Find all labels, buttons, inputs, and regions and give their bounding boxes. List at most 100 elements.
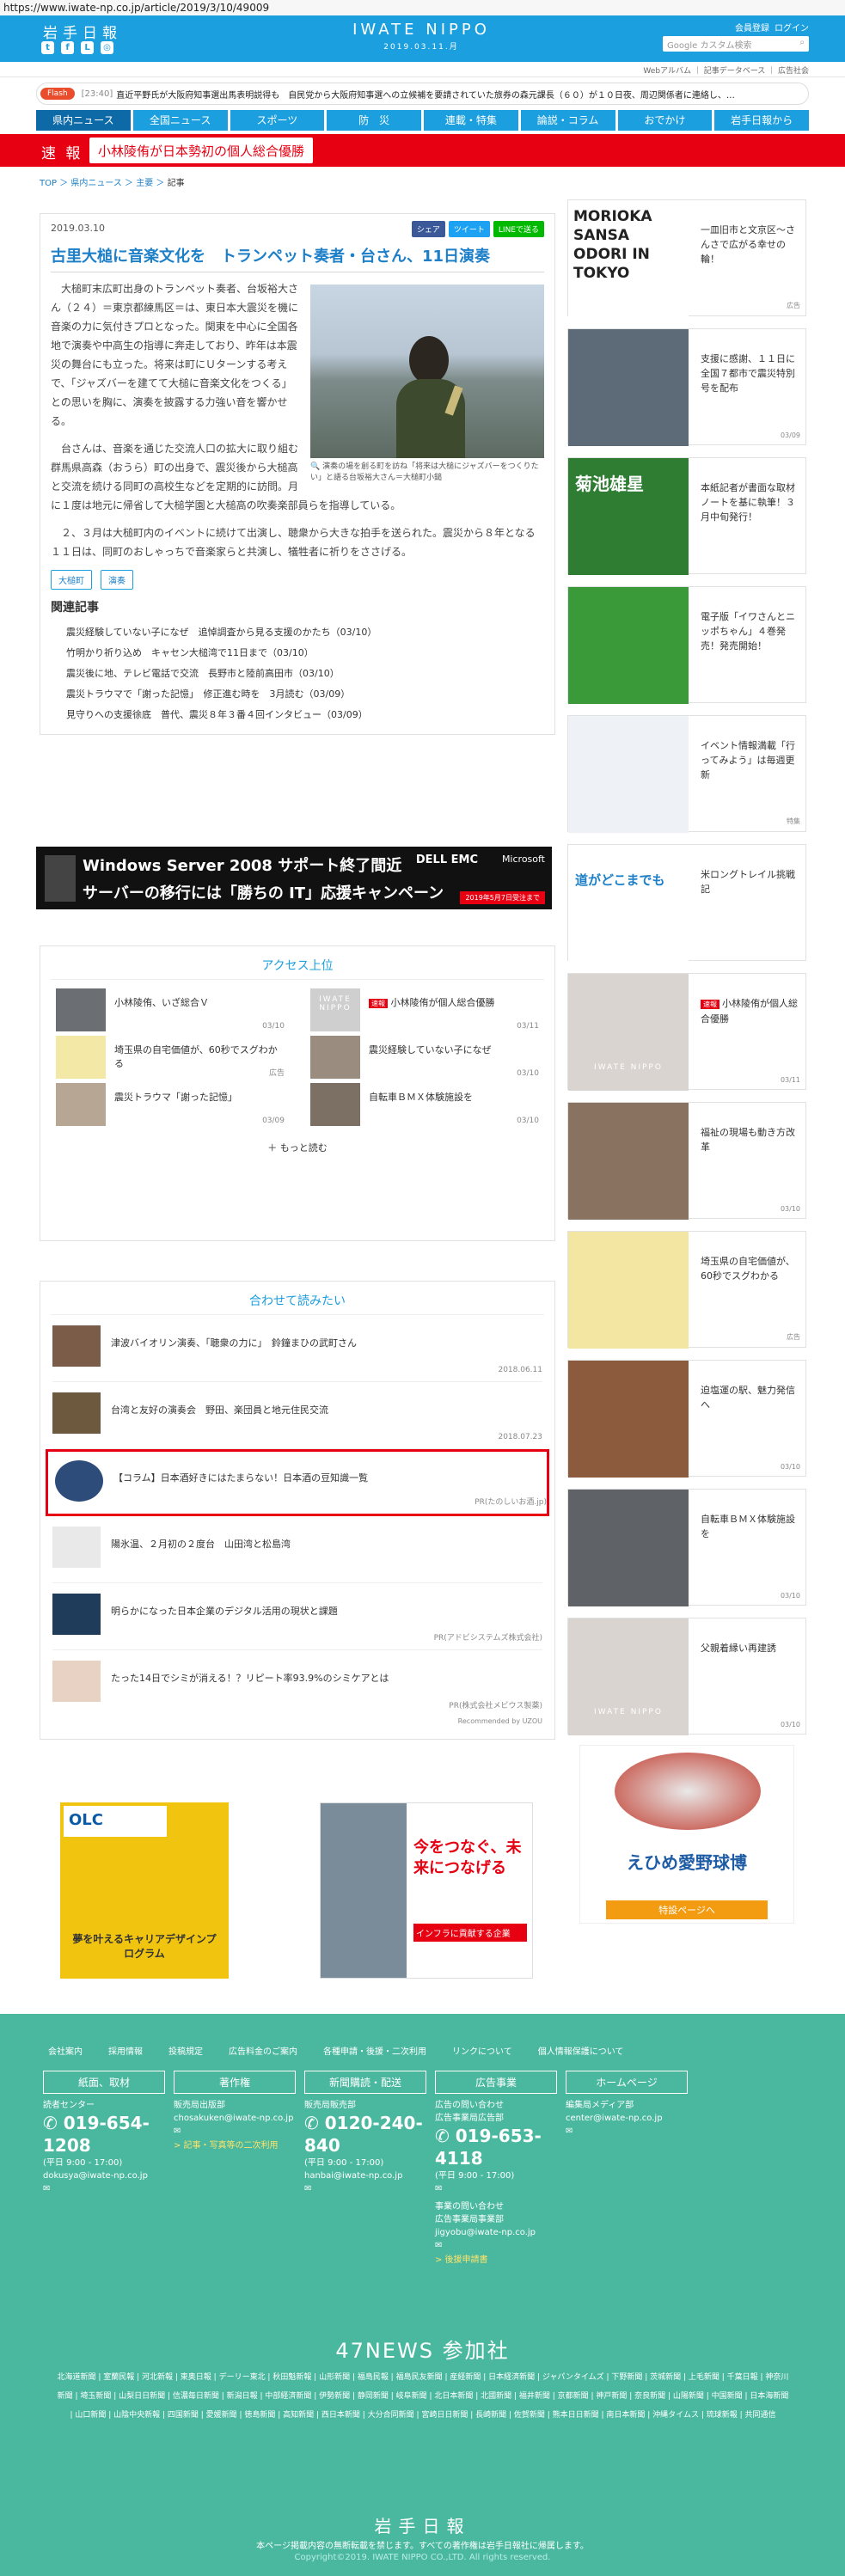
bottom-ad-left[interactable]: OLC 夢を叶えるキャリアデザインプログラム xyxy=(60,1802,229,1979)
login-link[interactable]: ログイン xyxy=(775,21,809,34)
side-card[interactable]: 自転車ＢＭＸ体験施設を 03/10 xyxy=(567,1489,806,1606)
twitter-icon[interactable]: t xyxy=(41,41,54,54)
sake-thumbnail xyxy=(55,1460,103,1502)
article-photo[interactable]: 🔍 演奏の場を創る町を訪ね「将来は大槌にジャズバーをつくりたい」と語る台坂裕大さ… xyxy=(310,285,544,484)
footer-link[interactable]: 会社案内 xyxy=(48,2044,83,2057)
ranking-item[interactable]: 速報 小林陵侑が個人総合優勝03/11 xyxy=(310,988,539,1036)
mail-icon[interactable]: ✉ xyxy=(566,2125,688,2138)
crumb-top[interactable]: TOP xyxy=(40,179,57,188)
side-card[interactable]: 電子版「イワさんとニッポちゃん」４巻発売！発売開始！ xyxy=(567,586,806,704)
bottom-ad-mid[interactable]: 今をつなぐ、未来につなげる インフラに貢献する企業 xyxy=(320,1802,533,1979)
related-link[interactable]: 震災後に地、テレビ電話で交流 長野市と陸前高田市（03/10） xyxy=(51,664,544,684)
line-icon[interactable]: L xyxy=(81,41,94,54)
line-share-button[interactable]: LINEで送る xyxy=(493,221,544,237)
search-icon[interactable]: ⌕ xyxy=(799,38,805,50)
ranking-item[interactable]: 震災経験していない子になぜ 03/10 xyxy=(310,1036,539,1083)
crumb-prefecture[interactable]: 県内ニュース xyxy=(70,179,122,188)
facebook-icon[interactable]: f xyxy=(61,41,74,54)
footer-contact-columns: 紙面、取材 読者センター ✆ 019-654-1208 (平日 9:00 - 1… xyxy=(43,2071,688,2265)
mail-icon[interactable]: ✉ xyxy=(174,2125,296,2138)
crumb-main[interactable]: 主要 xyxy=(136,179,153,188)
footer-link[interactable]: リンクについて xyxy=(452,2044,512,2057)
account-links: 会員登録 ログイン xyxy=(735,21,809,34)
footer-link[interactable]: 広告料金のご案内 xyxy=(229,2044,297,2057)
photo-caption: 🔍 演奏の場を創る町を訪ね「将来は大槌にジャズバーをつくりたい」と語る台坂裕大さ… xyxy=(310,462,539,482)
recommend-item[interactable]: 陽氷温、２月初の２度台 山田湾と松島湾 xyxy=(52,1516,542,1583)
recommend-item[interactable]: 台湾と友好の演奏会 野田、楽団員と地元住民交流 2018.07.23 xyxy=(52,1382,542,1449)
subnav-album[interactable]: Webアルバム xyxy=(643,67,691,76)
side-card[interactable]: 菊池雄星 本紙記者が書面な取材ノートを基に執筆！３月中旬発行！ xyxy=(567,457,806,575)
subnav-ad[interactable]: 広告社会 xyxy=(778,67,809,76)
site-header: 岩手日報 t f L ◎ IWATE NIPPO 2019.03.11.月 会員… xyxy=(0,15,845,62)
ranking-item[interactable]: 小林陵侑、いざ総合Ｖ 03/10 xyxy=(56,988,285,1036)
nav-outing[interactable]: おでかけ xyxy=(617,110,713,131)
trumpet-player-photo[interactable] xyxy=(310,285,544,458)
contact-col-advertising: 広告事業 広告の問い合わせ 広告事業局広告部 ✆ 019-653-4118 (平… xyxy=(435,2071,557,2265)
thumbnail xyxy=(56,1083,106,1126)
map-thumbnail xyxy=(568,1232,689,1349)
nav-disaster[interactable]: 防 災 xyxy=(327,110,421,131)
thumbnail xyxy=(52,1594,101,1635)
breaking-headline[interactable]: 小林陵侑が日本勢初の個人総合優勝 xyxy=(89,138,314,163)
ranking-item[interactable]: 自転車ＢＭＸ体験施設を 03/10 xyxy=(310,1083,539,1130)
recommend-item[interactable]: 津波バイオリン演奏、「聴衆の力に」 鈴鐘まひの武町さん 2018.06.11 xyxy=(52,1315,542,1382)
footer-logo[interactable]: 岩手日報 xyxy=(0,2512,845,2537)
search-input[interactable]: Google カスタム検索 ⌕ xyxy=(663,36,809,52)
side-card[interactable]: 道がどこまでも 米ロングトレイル挑戦記 xyxy=(567,844,806,962)
flash-ticker[interactable]: Flash [23:40] 直近平野氏が大阪府知事選出馬表明説得も 自民党から大… xyxy=(36,83,809,105)
ranking-item[interactable]: 震災トラウマ「謝った記憶」 03/09 xyxy=(56,1083,285,1130)
more-button[interactable]: ＋ もっと読む xyxy=(40,1130,554,1168)
nav-prefecture[interactable]: 県内ニュース xyxy=(36,110,131,131)
side-card[interactable]: 父親着縁い再建誘03/10 xyxy=(567,1618,806,1735)
mail-icon[interactable]: ✉ xyxy=(435,2182,557,2195)
recommend-item-highlighted[interactable]: 【コラム】日本酒好きにはたまらない！日本酒の豆知識一覧 PR(たのしいお酒.jp) xyxy=(46,1449,549,1516)
mail-icon[interactable]: ✉ xyxy=(43,2182,165,2195)
nav-national[interactable]: 全国ニュース xyxy=(132,110,228,131)
tweet-button[interactable]: ツイート xyxy=(448,221,490,237)
mail-icon[interactable]: ✉ xyxy=(435,2239,557,2252)
uzou-credit[interactable]: Recommended by UZOU xyxy=(52,1717,542,1725)
address-bar[interactable]: https://www.iwate-np.co.jp/article/2019/… xyxy=(0,0,845,15)
instagram-icon[interactable]: ◎ xyxy=(101,41,113,54)
thumbnail xyxy=(310,988,360,1031)
footer-link[interactable]: 投稿規定 xyxy=(168,2044,203,2057)
ad-partner: Microsoft xyxy=(501,854,545,865)
mail-icon[interactable]: ✉ xyxy=(304,2182,426,2195)
footer: 会社案内 採用情報 投稿規定 広告料金のご案内 各種申請・後援・二次利用 リンク… xyxy=(0,2014,845,2576)
related-link[interactable]: 竹明かり祈り込め キャセン大槌湾で11日まで（03/10） xyxy=(51,643,544,664)
side-card[interactable]: MORIOKA SANSA ODORI IN TOKYO 一皿旧市と文京区〜さんさ… xyxy=(567,199,806,317)
side-card[interactable]: 福祉の現場も動き方改革 03/10 xyxy=(567,1102,806,1220)
brand-block[interactable]: IWATE NIPPO 2019.03.11.月 xyxy=(344,21,499,52)
nav-sports[interactable]: スポーツ xyxy=(230,110,325,131)
related-link[interactable]: 震災経験していない子になぜ 追悼調査から見る支援のかたち（03/10） xyxy=(51,622,544,643)
nav-editorial[interactable]: 論説・コラム xyxy=(520,110,615,131)
related-link[interactable]: 震災トラウマで「謝った記憶」 修正進む時を 3月読む（03/09） xyxy=(51,684,544,705)
footer-link[interactable]: 個人情報保護について xyxy=(538,2044,624,2057)
side-card[interactable]: 迫塩運の駅、魅力発信へ 03/10 xyxy=(567,1360,806,1478)
recommend-item[interactable]: 明らかになった日本企業のデジタル活用の現状と課題 PR(アドビシステムズ株式会社) xyxy=(52,1583,542,1650)
nav-series[interactable]: 連載・特集 xyxy=(424,110,518,131)
side-card[interactable]: 速報小林陵侑が個人総合優勝03/11 xyxy=(567,973,806,1091)
ranking-item[interactable]: 埼玉県の自宅価値が、60秒でスグわかる 広告 xyxy=(56,1036,285,1083)
side-card[interactable]: 埼玉県の自宅価値が、60秒でスグわかる 広告 xyxy=(567,1231,806,1349)
ad-left-text: 夢を叶えるキャリアデザインプログラム xyxy=(72,1933,217,1960)
tag-otsuchi[interactable]: 大槌町 xyxy=(51,570,92,590)
nav-from-iwate[interactable]: 岩手日報から xyxy=(714,110,809,131)
site-logo[interactable]: 岩手日報 xyxy=(43,21,122,42)
zoom-icon[interactable]: 🔍 xyxy=(310,462,320,471)
bottom-ad-right[interactable]: えひめ愛野球博 特設ページへ xyxy=(579,1745,794,1924)
register-link[interactable]: 会員登録 xyxy=(735,21,769,34)
access-ranking: アクセス上位 小林陵侑、いざ総合Ｖ03/10 速報 小林陵侑が個人総合優勝03/… xyxy=(40,945,555,1241)
brand-name: IWATE NIPPO xyxy=(352,21,490,39)
footer-link[interactable]: 採用情報 xyxy=(108,2044,143,2057)
ad-banner-windows[interactable]: Windows Server 2008 サポート終了間近 サーバーの移行には「勝… xyxy=(36,847,552,909)
facebook-share-button[interactable]: シェア xyxy=(411,221,445,237)
news47-papers[interactable]: 北海道新聞 | 室蘭民報 | 河北新報 | 東奥日報 | デーリー東北 | 秋田… xyxy=(57,2368,789,2425)
side-card[interactable]: 支援に感謝、１１日に全国７都市で震災特別号を配布 03/09 xyxy=(567,328,806,446)
recommend-item[interactable]: たった14日でシミが消える！？リピート率93.9%のシミケアとは PR(株式会社メ… xyxy=(52,1650,542,1717)
footer-link[interactable]: 各種申請・後援・二次利用 xyxy=(323,2044,426,2057)
related-link[interactable]: 見守りへの支援徐底 普代、震災８年３番４回インタビュー（03/09） xyxy=(51,705,544,725)
tag-performance[interactable]: 演奏 xyxy=(101,570,133,590)
side-card[interactable]: イベント情報満載「行ってみよう」は毎週更新 特集 xyxy=(567,715,806,833)
subnav-database[interactable]: 記事データベース xyxy=(704,67,766,76)
